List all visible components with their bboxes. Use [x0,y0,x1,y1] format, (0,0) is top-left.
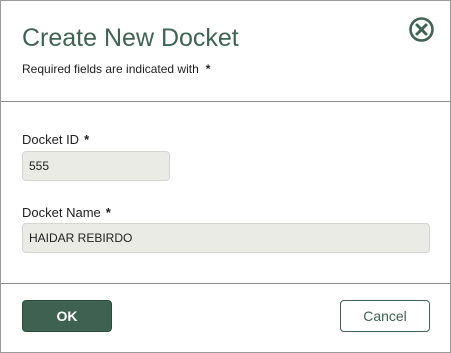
docket-id-input[interactable] [22,151,170,181]
dialog-title: Create New Docket [22,24,239,52]
docket-id-required-marker: * [84,132,90,147]
header-divider [1,101,450,102]
docket-name-input[interactable] [22,223,430,253]
required-fields-note: Required fields are indicated with * [22,61,210,77]
docket-name-label: Docket Name * [22,205,111,221]
docket-id-label: Docket ID * [22,132,89,148]
create-docket-dialog: Create New Docket Required fields are in… [0,0,451,353]
close-circle-icon [409,17,434,42]
footer-divider [1,283,450,284]
close-button[interactable] [408,16,435,43]
ok-button[interactable]: OK [22,300,112,332]
docket-name-required-marker: * [105,205,111,220]
docket-id-label-text: Docket ID [22,132,80,147]
cancel-button[interactable]: Cancel [340,300,430,332]
required-marker: * [205,62,211,76]
docket-name-label-text: Docket Name [22,205,101,220]
required-note-text: Required fields are indicated with [22,62,199,76]
